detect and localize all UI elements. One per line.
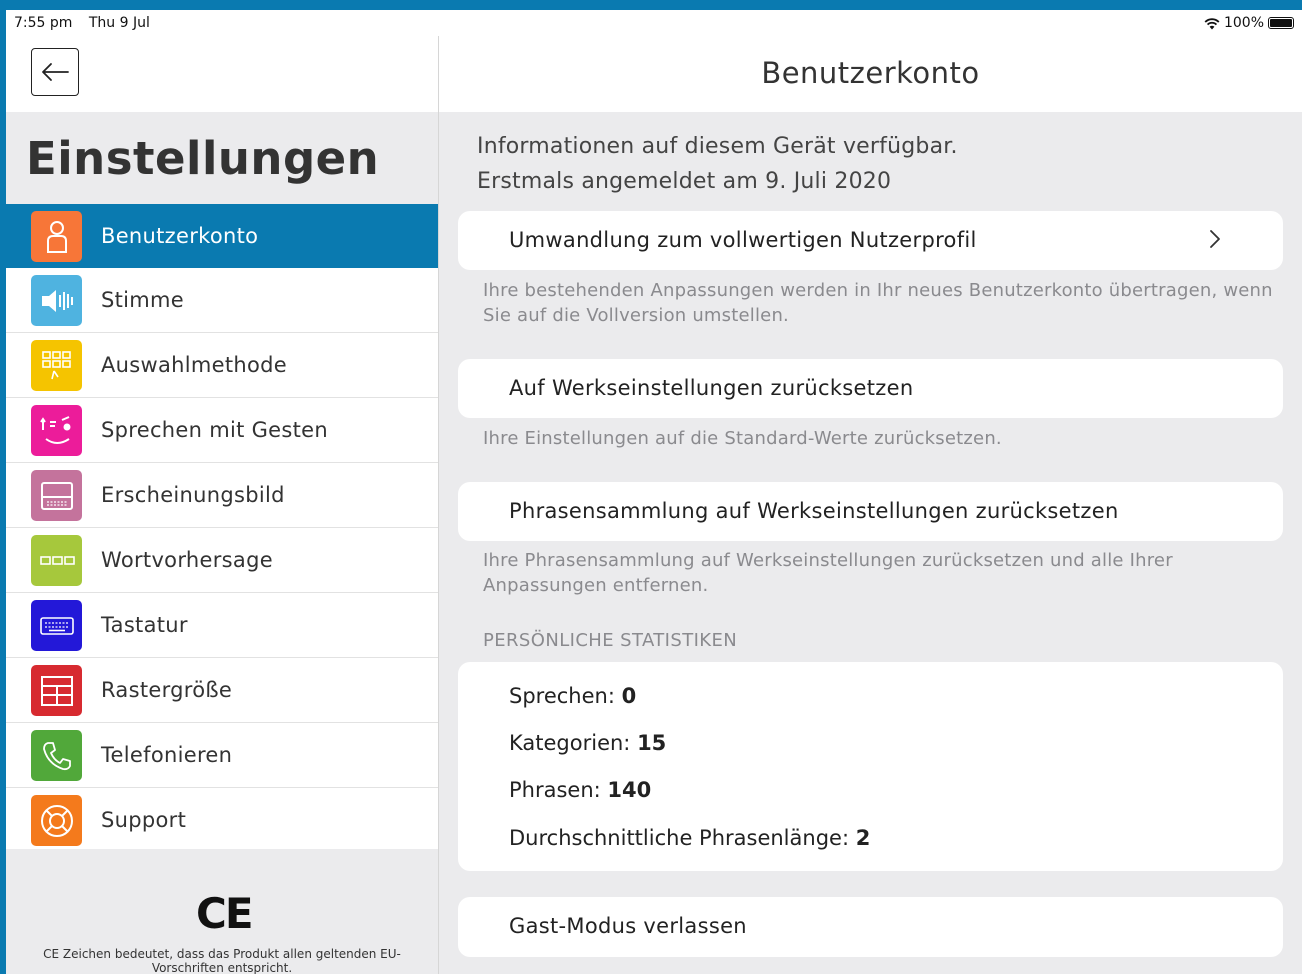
sidebar-item-label: Stimme bbox=[101, 288, 185, 312]
back-button[interactable] bbox=[31, 48, 79, 96]
sidebar-item-auswahlmethode[interactable]: Auswahlmethode bbox=[6, 333, 438, 398]
battery-percent: 100% bbox=[1223, 15, 1264, 31]
device-info: Informationen auf diesem Gerät verfügbar… bbox=[477, 134, 958, 159]
selection-grid-icon bbox=[31, 340, 82, 391]
stat-speak: Sprechen: 0 bbox=[509, 684, 637, 708]
sidebar-item-rastergröße[interactable]: Rastergröße bbox=[6, 658, 438, 723]
stat-speak-value: 0 bbox=[621, 684, 637, 708]
convert-profile-note: Ihre bestehenden Anpassungen werden in I… bbox=[483, 280, 1273, 326]
phrase-reset-note: Ihre Phrasensammlung auf Werkseinstellun… bbox=[483, 550, 1173, 596]
sidebar-item-label: Benutzerkonto bbox=[101, 224, 259, 248]
factory-reset-button[interactable]: Auf Werkseinstellungen zurücksetzen bbox=[458, 359, 1283, 418]
sidebar-item-stimme[interactable]: Stimme bbox=[6, 268, 438, 333]
settings-menu: Benutzerkonto Stimme Auswahlmethode Spreche… bbox=[6, 204, 438, 853]
factory-reset-note: Ihre Einstellungen auf die Standard-Wert… bbox=[483, 428, 1002, 449]
phone-icon bbox=[31, 730, 82, 781]
stat-avg-length-value: 2 bbox=[855, 826, 871, 850]
stat-categories-value: 15 bbox=[637, 731, 667, 755]
phrase-reset-button[interactable]: Phrasensammlung auf Werkseinstellungen z… bbox=[458, 482, 1283, 541]
convert-profile-label: Umwandlung zum vollwertigen Nutzerprofil bbox=[509, 228, 977, 252]
gesture-face-icon bbox=[31, 405, 82, 456]
battery-icon bbox=[1268, 17, 1294, 29]
stat-phrases: Phrasen: 140 bbox=[509, 778, 652, 802]
sidebar: Einstellungen Benutzerkonto Stimme Auswahl… bbox=[6, 36, 439, 974]
sidebar-item-wortvorhersage[interactable]: Wortvorhersage bbox=[6, 528, 438, 593]
appearance-icon bbox=[31, 470, 82, 521]
sidebar-item-support[interactable]: Support bbox=[6, 788, 438, 853]
convert-profile-button[interactable]: Umwandlung zum vollwertigen Nutzerprofil bbox=[458, 211, 1283, 270]
sidebar-item-benutzerkonto[interactable]: Benutzerkonto bbox=[6, 204, 438, 268]
screen: 7:55 pm Thu 9 Jul 100% Einstellungen Ben… bbox=[6, 10, 1302, 974]
wifi-icon bbox=[1204, 17, 1220, 29]
exit-guest-mode-button[interactable]: Gast-Modus verlassen bbox=[458, 897, 1283, 957]
sidebar-item-sprechen-mit-gesten[interactable]: Sprechen mit Gesten bbox=[6, 398, 438, 463]
page-title: Benutzerkonto bbox=[761, 56, 980, 90]
sidebar-item-label: Auswahlmethode bbox=[101, 353, 288, 377]
sidebar-footer: CE CE Zeichen bedeutet, dass das Produkt… bbox=[6, 849, 438, 974]
exit-guest-mode-label: Gast-Modus verlassen bbox=[509, 914, 747, 938]
main-header: Benutzerkonto bbox=[439, 36, 1302, 112]
sidebar-title: Einstellungen bbox=[26, 132, 380, 185]
stats-section-header: PERSÖNLICHE STATISTIKEN bbox=[483, 630, 738, 651]
status-time: 7:55 pm bbox=[14, 15, 73, 31]
sidebar-item-label: Support bbox=[101, 808, 187, 832]
sidebar-item-tastatur[interactable]: Tastatur bbox=[6, 593, 438, 658]
status-bar: 7:55 pm Thu 9 Jul 100% bbox=[6, 10, 1302, 36]
sidebar-item-label: Wortvorhersage bbox=[101, 548, 273, 572]
sidebar-item-erscheinungsbild[interactable]: Erscheinungsbild bbox=[6, 463, 438, 528]
sidebar-item-telefonieren[interactable]: Telefonieren bbox=[6, 723, 438, 788]
status-date: Thu 9 Jul bbox=[88, 15, 150, 31]
factory-reset-label: Auf Werkseinstellungen zurücksetzen bbox=[509, 376, 914, 400]
sidebar-item-label: Sprechen mit Gesten bbox=[101, 418, 329, 442]
main-panel: Benutzerkonto Informationen auf diesem G… bbox=[439, 36, 1302, 974]
stat-categories: Kategorien: 15 bbox=[509, 731, 667, 755]
speaker-icon bbox=[31, 275, 82, 326]
sidebar-header: Einstellungen bbox=[6, 112, 438, 204]
ce-logo: CE bbox=[196, 889, 253, 938]
first-login-info: Erstmals angemeldet am 9. Juli 2020 bbox=[477, 169, 892, 194]
phrase-reset-label: Phrasensammlung auf Werkseinstellungen z… bbox=[509, 499, 1119, 523]
sidebar-item-label: Rastergröße bbox=[101, 678, 233, 702]
word-prediction-icon bbox=[31, 535, 82, 586]
sidebar-item-label: Erscheinungsbild bbox=[101, 483, 285, 507]
stat-avg-length: Durchschnittliche Phrasenlänge: 2 bbox=[509, 826, 871, 850]
sidebar-toolbar bbox=[6, 36, 438, 112]
ce-notice: CE Zeichen bedeutet, dass das Produkt al… bbox=[43, 947, 401, 974]
stat-phrases-value: 140 bbox=[607, 778, 652, 802]
stats-card: Sprechen: 0 Kategorien: 15 Phrasen: 140 … bbox=[458, 662, 1283, 871]
chevron-right-icon bbox=[1210, 230, 1220, 248]
sidebar-item-label: Tastatur bbox=[101, 613, 188, 637]
user-icon bbox=[31, 211, 82, 262]
sidebar-item-label: Telefonieren bbox=[101, 743, 233, 767]
lifebuoy-icon bbox=[31, 795, 82, 846]
arrow-left-icon bbox=[42, 63, 69, 81]
keyboard-icon bbox=[31, 600, 82, 651]
grid-size-icon bbox=[31, 665, 82, 716]
